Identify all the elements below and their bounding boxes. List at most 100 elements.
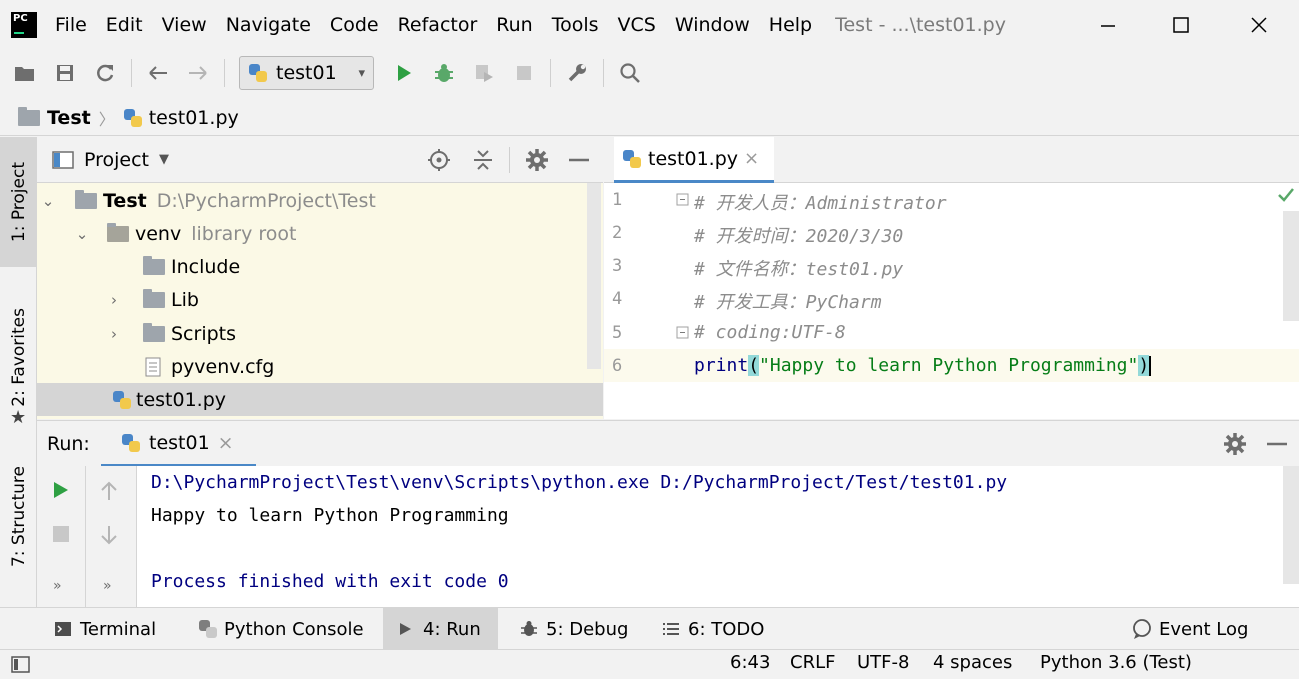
todo-list-icon — [663, 623, 679, 635]
tree-node-venv[interactable]: ⌄ venv library root — [37, 217, 603, 250]
python-file-icon — [248, 63, 268, 83]
breadcrumb-project[interactable]: Test — [47, 107, 91, 129]
gear-icon[interactable] — [525, 148, 549, 172]
more-actions-icon[interactable]: » — [53, 578, 62, 594]
python-file-icon — [123, 108, 143, 128]
tree-node-test[interactable]: ⌄ Test D:\PycharmProject\Test — [37, 184, 603, 217]
library-folder-icon — [107, 222, 129, 242]
toggle-tool-windows-icon[interactable] — [10, 655, 32, 675]
editor-tab-bar: test01.py × — [604, 137, 1299, 183]
checkmark-icon — [1278, 188, 1294, 202]
tab-terminal[interactable]: Terminal — [40, 608, 170, 650]
indent-setting[interactable]: 4 spaces — [933, 652, 1012, 673]
collapse-all-icon[interactable] — [471, 148, 495, 172]
left-tool-strip: 1: Project 2: Favorites ★ 7: Structure — [0, 137, 37, 607]
close-tab-icon[interactable]: × — [744, 148, 759, 169]
run-with-coverage-icon[interactable] — [471, 60, 497, 86]
tab-todo[interactable]: 6: TODO — [648, 608, 778, 650]
menu-tools[interactable]: Tools — [552, 14, 599, 36]
open-folder-icon[interactable] — [12, 60, 38, 86]
menu-vcs[interactable]: VCS — [618, 14, 656, 36]
status-bar: 6:43 CRLF UTF-8 4 spaces Python 3.6 (Tes… — [0, 649, 1299, 679]
more-actions-icon[interactable]: » — [103, 578, 112, 594]
run-configuration-select[interactable]: test01 ▾ — [239, 56, 374, 90]
forward-arrow-icon[interactable] — [185, 60, 211, 86]
python-file-icon — [622, 149, 642, 169]
file-encoding[interactable]: UTF-8 — [857, 652, 909, 673]
editor-scrollbar[interactable] — [1283, 211, 1299, 321]
rerun-icon[interactable] — [51, 480, 71, 500]
menu-run[interactable]: Run — [496, 14, 532, 36]
close-tab-icon[interactable]: × — [218, 432, 234, 454]
tree-node-scripts[interactable]: › Scripts — [37, 317, 603, 350]
chevron-down-icon[interactable]: ⌄ — [75, 225, 89, 243]
fold-icon[interactable] — [676, 193, 690, 209]
gear-icon[interactable] — [1223, 432, 1247, 456]
stop-icon[interactable] — [51, 524, 71, 544]
minimize-panel-icon[interactable] — [1265, 432, 1289, 456]
caret-position[interactable]: 6:43 — [730, 652, 770, 673]
tab-python-console[interactable]: Python Console — [184, 608, 378, 650]
back-arrow-icon[interactable] — [145, 60, 171, 86]
fold-icon[interactable] — [676, 326, 690, 342]
tab-run-test01[interactable]: test01 × — [101, 421, 256, 467]
tree-node-pyvenv-cfg[interactable]: pyvenv.cfg — [37, 350, 603, 383]
tree-node-test01-py[interactable]: test01.py — [37, 383, 603, 416]
menu-window[interactable]: Window — [675, 14, 750, 36]
toolbar-separator — [224, 59, 225, 87]
project-tree: ⌄ Test D:\PycharmProject\Test ⌄ venv lib… — [37, 183, 603, 419]
line-separator[interactable]: CRLF — [790, 652, 835, 673]
code-editor[interactable]: 1 2 3 4 5 6 # 开发人员：Administrator # 开发时间：… — [604, 183, 1299, 419]
menu-file[interactable]: File — [55, 14, 87, 36]
up-arrow-icon[interactable] — [99, 480, 119, 502]
chevron-right-icon[interactable]: › — [107, 291, 121, 309]
menu-code[interactable]: Code — [330, 14, 379, 36]
tree-node-lib[interactable]: › Lib — [37, 283, 603, 316]
line-number: 2 — [612, 223, 623, 243]
minimize-panel-icon[interactable] — [567, 148, 591, 172]
console-scrollbar[interactable] — [1283, 466, 1299, 584]
run-console-output[interactable]: D:\PycharmProject\Test\venv\Scripts\pyth… — [137, 466, 1299, 607]
locate-target-icon[interactable] — [427, 148, 451, 172]
stop-icon[interactable] — [511, 60, 537, 86]
tab-project[interactable]: 1: Project — [0, 137, 37, 267]
search-icon[interactable] — [617, 60, 643, 86]
chevron-down-icon[interactable]: ▼ — [159, 152, 169, 167]
sync-icon[interactable] — [92, 60, 118, 86]
breadcrumb-file[interactable]: test01.py — [149, 107, 239, 129]
project-panel-title[interactable]: Project — [84, 149, 149, 171]
chevron-right-icon[interactable]: › — [107, 325, 121, 343]
tree-scrollbar[interactable] — [587, 183, 601, 369]
bottom-tool-tabs: Terminal Python Console 4: Run 5: Debug … — [0, 607, 1299, 650]
tab-debug[interactable]: 5: Debug — [506, 608, 642, 650]
down-arrow-icon[interactable] — [99, 524, 119, 546]
python-file-icon — [112, 390, 132, 410]
menu-view[interactable]: View — [162, 14, 207, 36]
console-exit-line: Process finished with exit code 0 — [151, 571, 509, 592]
code-line-1: # 开发人员：Administrator — [694, 193, 947, 214]
close-window-icon[interactable] — [1224, 0, 1294, 50]
menu-help[interactable]: Help — [769, 14, 812, 36]
maximize-icon[interactable] — [1146, 0, 1216, 50]
toolbar-separator — [603, 59, 604, 87]
python-interpreter[interactable]: Python 3.6 (Test) — [1040, 652, 1192, 673]
menu-navigate[interactable]: Navigate — [226, 14, 311, 36]
chevron-down-icon[interactable]: ⌄ — [41, 192, 55, 210]
code-line-2: # 开发时间：2020/3/30 — [694, 226, 904, 247]
run-icon — [400, 623, 411, 635]
save-icon[interactable] — [52, 60, 78, 86]
tab-structure[interactable]: 7: Structure — [0, 442, 37, 592]
menu-refactor[interactable]: Refactor — [398, 14, 478, 36]
debug-bug-icon[interactable] — [431, 60, 457, 86]
tree-node-include[interactable]: Include — [37, 250, 603, 283]
text-cursor — [1149, 356, 1152, 376]
tab-test01-py[interactable]: test01.py × — [614, 137, 774, 183]
terminal-icon — [55, 622, 71, 636]
project-panel-header: Project ▼ — [37, 137, 603, 183]
menu-edit[interactable]: Edit — [106, 14, 143, 36]
minimize-icon[interactable] — [1073, 0, 1143, 50]
tab-event-log[interactable]: Event Log — [1117, 608, 1262, 650]
tab-run[interactable]: 4: Run — [383, 608, 498, 650]
wrench-settings-icon[interactable] — [564, 60, 590, 86]
run-icon[interactable] — [391, 60, 417, 86]
